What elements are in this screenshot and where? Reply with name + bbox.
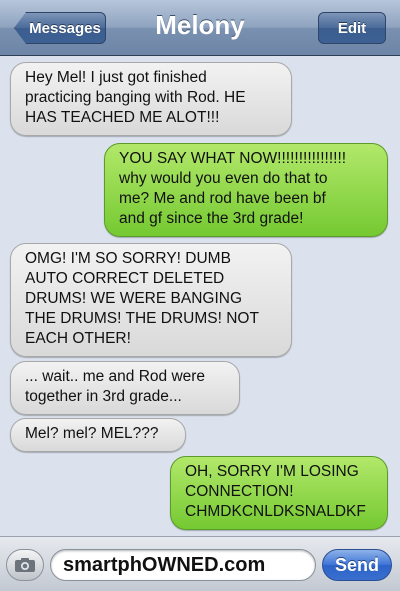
message-bubble-sent[interactable]: YOU SAY WHAT NOW!!!!!!!!!!!!!!!! why wou… xyxy=(104,143,388,237)
message-bubble-received[interactable]: OMG! I'M SO SORRY! DUMB AUTO CORRECT DEL… xyxy=(10,243,292,357)
edit-button[interactable]: Edit xyxy=(318,12,386,44)
message-thread[interactable]: Hey Mel! I just got finished practicing … xyxy=(0,56,400,536)
send-button[interactable]: Send xyxy=(322,549,392,581)
navigation-bar: Messages Melony Edit xyxy=(0,0,400,56)
message-bubble-received[interactable]: ... wait.. me and Rod were together in 3… xyxy=(10,361,240,415)
message-bubble-received[interactable]: Mel? mel? MEL??? xyxy=(10,418,186,452)
compose-bar: smartphOWNED.com Send xyxy=(0,536,400,591)
message-input[interactable]: smartphOWNED.com xyxy=(50,549,316,581)
message-bubble-sent[interactable]: OH, SORRY I'M LOSING CONNECTION! CHMDKCN… xyxy=(170,456,388,530)
camera-icon[interactable] xyxy=(6,549,44,581)
message-bubble-received[interactable]: Hey Mel! I just got finished practicing … xyxy=(10,62,292,136)
